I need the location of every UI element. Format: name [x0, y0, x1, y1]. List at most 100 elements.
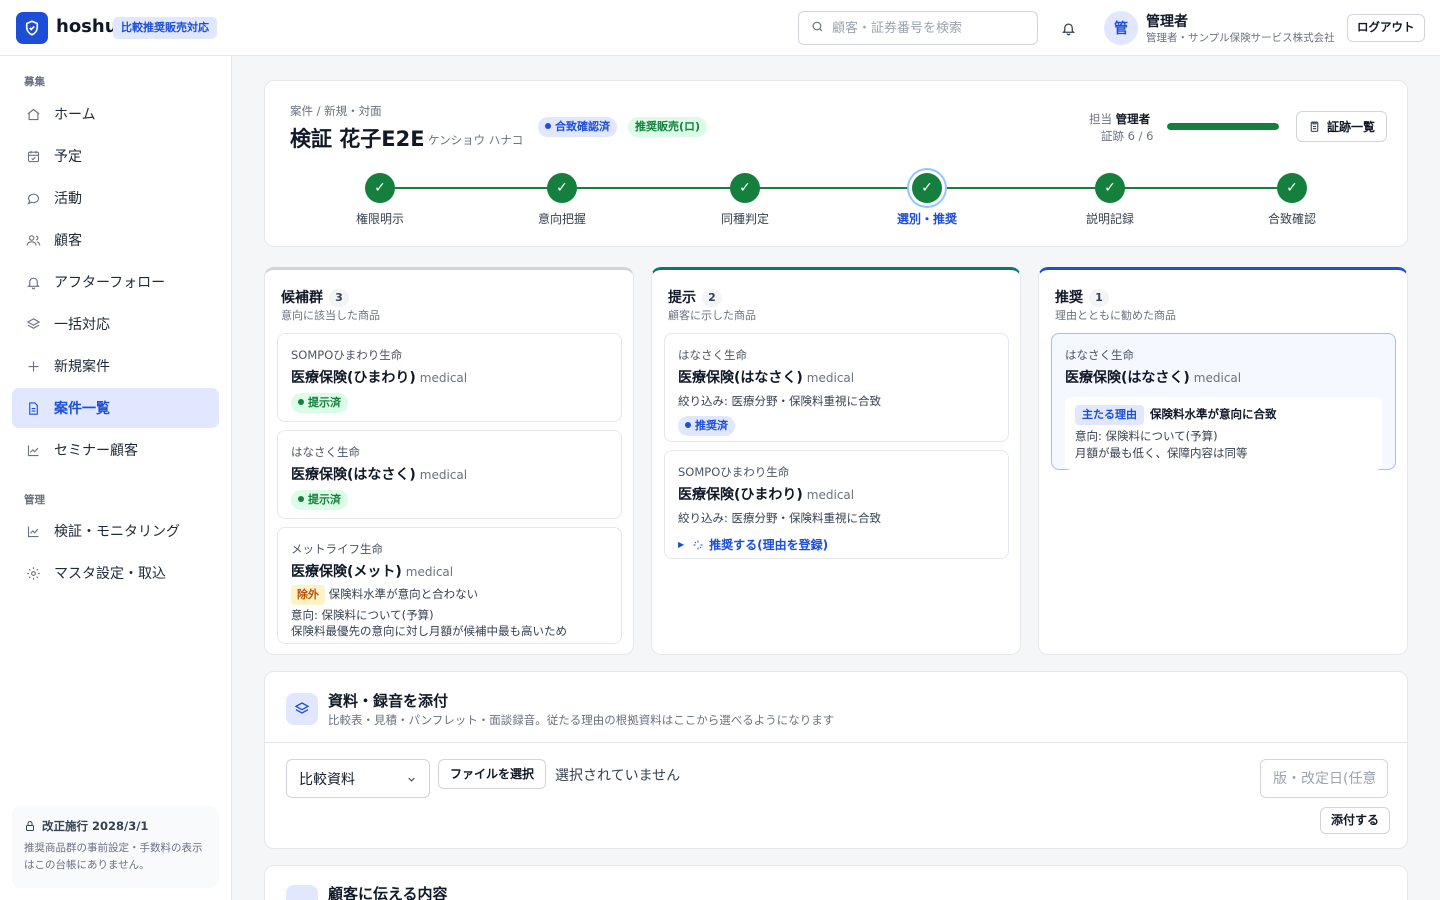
user-organization: 管理者・サンプル保険サービス株式会社 — [1146, 32, 1335, 44]
status-badge: 推奨済 — [678, 416, 735, 436]
column-count: 2 — [702, 289, 722, 307]
check-icon: ✓ — [547, 173, 577, 203]
proof-list-button[interactable]: 証跡一覧 — [1296, 111, 1388, 142]
top-bar: hoshu 比較推奨販売対応 管 管理者 管理者・サンプル保険サービス株式会社 … — [0, 0, 1440, 56]
filter-text: 絞り込み: 医療分野・保険料重視に合致 — [678, 511, 882, 525]
sidebar-item-label: 一括対応 — [54, 317, 110, 333]
company-name: SOMPOひまわり生命 — [678, 465, 790, 479]
gear-icon — [25, 565, 41, 581]
product-card[interactable]: はなさく生命 医療保険(はなさく) medical 絞り込み: 医療分野・保険料重… — [664, 333, 1009, 442]
main-reason: 主たる理由 保険料水準が意向に合致 — [1075, 405, 1372, 425]
product-card[interactable]: メットライフ生命 医療保険(メット) medical 除外 保険料水準が意向と合わ… — [277, 527, 622, 644]
sidebar-item-after-follow[interactable]: アフターフォロー — [12, 262, 219, 302]
attach-submit-button[interactable]: 添付する — [1320, 807, 1391, 834]
sidebar-item-activity[interactable]: 活動 — [12, 178, 219, 218]
message-icon — [286, 885, 318, 900]
sparkle-icon — [692, 539, 704, 551]
brand-name[interactable]: hoshu — [56, 16, 118, 37]
file-status: 選択されていません — [555, 768, 681, 784]
sidebar-item-schedule[interactable]: 予定 — [12, 136, 219, 176]
filter-text: 絞り込み: 医療分野・保険料重視に合致 — [678, 394, 882, 408]
candidates-column: 候補群 3 意向に該当した商品 SOMPOひまわり生命 医療保険(ひまわり) med… — [264, 267, 634, 655]
users-icon — [25, 232, 41, 248]
notification-bell-icon[interactable] — [1058, 18, 1078, 38]
product-card[interactable]: はなさく生命 医療保険(はなさく) medical 提示済 — [277, 430, 622, 519]
status-badge: 提示済 — [291, 490, 348, 510]
exclusion-row: 除外 保険料水準が意向と合わない — [291, 585, 608, 605]
search-icon — [811, 20, 824, 37]
company-name: はなさく生命 — [678, 348, 747, 362]
sidebar-section-recruit: 募集 — [24, 76, 45, 88]
customer-message-card: 顧客に伝える内容 — [264, 865, 1408, 900]
product-name: 医療保険(はなさく) medical — [1065, 370, 1242, 386]
exclusion-detail: 保険料最優先の意向に対し月額が候補中最も高いため — [291, 624, 567, 638]
sidebar-item-label: ホーム — [54, 107, 96, 123]
home-icon — [25, 106, 41, 122]
shield-logo-icon[interactable] — [16, 12, 48, 44]
sidebar-item-label: セミナー顧客 — [54, 443, 138, 459]
recommend-action-link[interactable]: ▶ 推奨する(理由を登録) — [678, 536, 995, 553]
sidebar-item-bulk[interactable]: 一括対応 — [12, 304, 219, 344]
law-notice: 改正施行 2028/3/1 推奨商品群の事前設定・手数料の表示はこの台帳にありま… — [12, 806, 219, 888]
sidebar-item-monitoring[interactable]: 検証・モニタリング — [12, 511, 219, 551]
step-4[interactable]: ✓ 選別・推奨 — [867, 171, 987, 227]
calendar-icon — [25, 148, 41, 164]
step-1[interactable]: ✓ 権限明示 — [320, 171, 440, 227]
brand-badge: 比較推奨販売対応 — [113, 17, 217, 39]
clipboard-icon — [1308, 120, 1321, 133]
bell-icon — [25, 274, 41, 290]
company-name: はなさく生命 — [1065, 348, 1134, 362]
check-icon: ✓ — [730, 173, 760, 203]
sidebar-item-customers[interactable]: 顧客 — [12, 220, 219, 260]
proof-count: 証跡 6 / 6 — [1101, 129, 1154, 143]
product-card[interactable]: SOMPOひまわり生命 医療保険(ひまわり) medical 絞り込み: 医療分野… — [664, 450, 1009, 559]
intent-text: 意向: 保険料について(予算) — [1075, 429, 1218, 443]
logout-button[interactable]: ログアウト — [1347, 14, 1425, 42]
sidebar-item-seminar[interactable]: セミナー顧客 — [12, 430, 219, 470]
sidebar-item-new-case[interactable]: 新規案件 — [12, 346, 219, 386]
search-input[interactable] — [832, 20, 1022, 36]
step-3[interactable]: ✓ 同種判定 — [685, 171, 805, 227]
sidebar-item-label: 案件一覧 — [54, 401, 110, 417]
document-type-select[interactable]: 比較資料 — [286, 759, 430, 798]
sidebar-item-home[interactable]: ホーム — [12, 94, 219, 134]
company-name: はなさく生命 — [291, 445, 360, 459]
step-5[interactable]: ✓ 説明記録 — [1050, 171, 1170, 227]
product-card[interactable]: はなさく生命 医療保険(はなさく) medical 主たる理由 保険料水準が意向に合… — [1051, 333, 1396, 470]
sidebar-item-label: 予定 — [54, 149, 82, 165]
version-date-input[interactable] — [1260, 759, 1388, 798]
chart-icon — [25, 523, 41, 539]
sidebar: 募集 ホーム 予定 活動 顧客 アフターフォロー 一括対応 新規案件 案件一覧 … — [0, 56, 232, 900]
choose-file-button[interactable]: ファイルを選択 — [438, 759, 547, 789]
avatar[interactable]: 管 — [1104, 11, 1138, 45]
search-box[interactable] — [798, 11, 1038, 45]
reason-detail: 月額が最も低く、保障内容は同等 — [1075, 446, 1248, 460]
company-name: SOMPOひまわり生命 — [291, 348, 403, 362]
sidebar-item-case-list[interactable]: 案件一覧 — [12, 388, 219, 428]
recommended-column: 推奨 1 理由とともに勧めた商品 はなさく生命 医療保険(はなさく) medical… — [1038, 267, 1408, 655]
step-2[interactable]: ✓ 意向把握 — [502, 171, 622, 227]
step-6[interactable]: ✓ 合致確認 — [1232, 171, 1352, 227]
status-badge-agree: 合致確認済 — [538, 117, 617, 137]
proof-progress-bar — [1167, 123, 1279, 130]
exclude-badge: 除外 — [291, 585, 325, 605]
intent-text: 意向: 保険料について(予算) — [291, 608, 434, 622]
column-title: 推奨 1 — [1055, 287, 1109, 307]
divider — [265, 742, 1407, 743]
owner-label: 担当 管理者 — [1089, 112, 1151, 126]
customer-message-title: 顧客に伝える内容 — [328, 885, 448, 900]
document-icon — [25, 400, 41, 416]
column-subtitle: 意向に該当した商品 — [281, 309, 380, 322]
chevron-down-icon — [406, 773, 417, 789]
column-title: 提示 2 — [668, 287, 722, 307]
customer-kana: ケンショウ ハナコ — [428, 133, 524, 147]
lock-icon — [24, 820, 36, 832]
layers-icon — [286, 693, 318, 725]
sidebar-item-master[interactable]: マスタ設定・取込 — [12, 553, 219, 593]
reason-box: 主たる理由 保険料水準が意向に合致 意向: 保険料について(予算) 月額が最も低く… — [1065, 397, 1382, 470]
product-card[interactable]: SOMPOひまわり生命 医療保険(ひまわり) medical 提示済 — [277, 333, 622, 422]
breadcrumb[interactable]: 案件 / 新規・対面 — [290, 103, 382, 119]
check-icon: ✓ — [365, 173, 395, 203]
product-name: 医療保険(ひまわり) medical — [678, 487, 855, 503]
status-badge: 提示済 — [291, 393, 348, 413]
